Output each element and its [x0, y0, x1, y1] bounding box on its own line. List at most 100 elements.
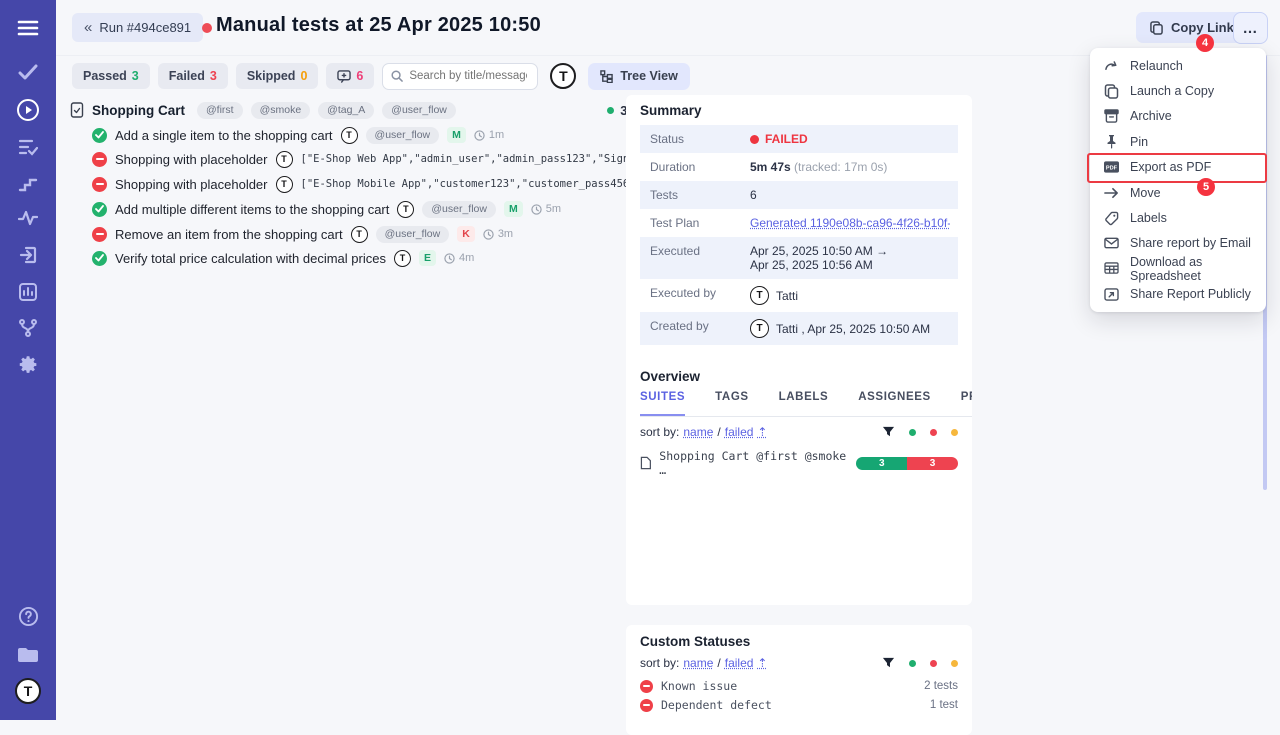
- skipped-filter-dot[interactable]: [951, 660, 958, 667]
- sign-in-icon[interactable]: [0, 245, 56, 265]
- sort-order-icon[interactable]: ⇡: [757, 425, 767, 439]
- menu-item-export-as-pdf[interactable]: PDF Export as PDF: [1090, 155, 1266, 180]
- list-check-icon[interactable]: [0, 137, 56, 157]
- file-icon: [640, 456, 651, 470]
- suite-tag[interactable]: @smoke: [251, 102, 311, 119]
- passed-check-icon: [92, 251, 107, 266]
- sort-order-icon[interactable]: ⇡: [757, 656, 767, 670]
- menu-item-launch-a-copy[interactable]: Launch a Copy: [1090, 78, 1266, 103]
- tab-priority[interactable]: PRIORITY: [961, 391, 972, 416]
- menu-item-pin[interactable]: Pin: [1090, 129, 1266, 154]
- activity-icon[interactable]: [0, 208, 56, 228]
- sort-name-link[interactable]: name: [683, 656, 713, 670]
- help-icon[interactable]: [0, 605, 56, 627]
- status-letter-badge[interactable]: M: [447, 127, 466, 143]
- sort-failed-link[interactable]: failed: [725, 656, 754, 670]
- test-row[interactable]: Shopping with placeholder T ["E-Shop Mob…: [92, 173, 692, 195]
- page-title: Manual tests at 25 Apr 2025 10:50: [216, 14, 541, 37]
- tab-suites[interactable]: SUITES: [640, 391, 685, 416]
- custom-status-row[interactable]: Dependent defect 1 test: [640, 698, 958, 712]
- app-logo-icon[interactable]: T: [550, 63, 576, 89]
- test-row[interactable]: Add multiple different items to the shop…: [92, 198, 692, 220]
- sort-failed-link[interactable]: failed: [725, 425, 754, 439]
- menu-item-archive[interactable]: Archive: [1090, 104, 1266, 129]
- test-row[interactable]: Verify total price calculation with deci…: [92, 247, 692, 269]
- custom-status-count: 2 tests: [924, 680, 958, 692]
- check-icon[interactable]: [0, 62, 56, 82]
- run-actions-menu: Relaunch Launch a Copy Archive Pin PDF E…: [1090, 48, 1266, 312]
- executed-by-value: Tatti: [776, 289, 798, 303]
- tree-view-button[interactable]: Tree View: [588, 63, 689, 90]
- suite-tag[interactable]: @tag_A: [318, 102, 374, 119]
- test-row[interactable]: Add a single item to the shopping cart T…: [92, 124, 692, 146]
- menu-item-share-report-by-email[interactable]: Share report by Email: [1090, 231, 1266, 256]
- status-letter-badge[interactable]: K: [457, 226, 475, 242]
- suite-result-bar[interactable]: 3 3: [856, 457, 958, 470]
- failed-filter-dot[interactable]: [930, 429, 937, 436]
- folder-icon[interactable]: [0, 643, 56, 665]
- copy-link-button[interactable]: Copy Link: [1136, 12, 1248, 43]
- overview-heading: Overview: [640, 369, 700, 384]
- test-plan-link[interactable]: Generated 1190e08b-ca96-4f26-b10f-d6dc..…: [750, 216, 950, 230]
- report-chart-icon[interactable]: [0, 282, 56, 302]
- gear-icon[interactable]: [0, 353, 56, 375]
- filter-passed[interactable]: Passed 3: [72, 63, 150, 89]
- avatar-logo[interactable]: T: [0, 678, 56, 704]
- failed-filter-dot[interactable]: [930, 660, 937, 667]
- screen-share-icon: [1104, 288, 1119, 301]
- filter-skipped[interactable]: Skipped 0: [236, 63, 319, 89]
- test-row[interactable]: Remove an item from the shopping cart T …: [92, 223, 692, 245]
- custom-statuses-panel: Custom Statuses sort by: name / failed ⇡…: [626, 625, 972, 735]
- test-title: Shopping with placeholder: [115, 177, 268, 192]
- test-title: Verify total price calculation with deci…: [115, 251, 386, 266]
- menu-item-label: Relaunch: [1130, 59, 1183, 73]
- test-tag[interactable]: @user_flow: [366, 127, 440, 144]
- search-input[interactable]: [409, 70, 527, 82]
- suite-tag[interactable]: @user_flow: [382, 102, 456, 119]
- test-row[interactable]: Shopping with placeholder T ["E-Shop Web…: [92, 148, 692, 170]
- menu-item-relaunch[interactable]: Relaunch: [1090, 53, 1266, 78]
- hamburger-icon[interactable]: [0, 18, 56, 38]
- passed-filter-dot[interactable]: [909, 660, 916, 667]
- branch-icon[interactable]: [0, 318, 56, 338]
- suite-header[interactable]: Shopping Cart @first @smoke @tag_A @user…: [70, 100, 680, 120]
- menu-item-move[interactable]: Move: [1090, 180, 1266, 205]
- steps-icon[interactable]: [0, 173, 56, 193]
- tab-tags[interactable]: TAGS: [715, 391, 749, 416]
- test-tag[interactable]: @user_flow: [376, 226, 450, 243]
- filter-failed[interactable]: Failed 3: [158, 63, 228, 89]
- passed-filter-dot[interactable]: [909, 429, 916, 436]
- duration-label: Duration: [640, 153, 750, 181]
- menu-item-share-report-publicly[interactable]: Share Report Publicly: [1090, 282, 1266, 307]
- back-to-run-button[interactable]: « Run #494ce891: [72, 13, 203, 42]
- sort-name-link[interactable]: name: [683, 425, 713, 439]
- copy-link-label: Copy Link: [1171, 20, 1234, 35]
- custom-status-row[interactable]: Known issue 2 tests: [640, 679, 958, 693]
- executed-end: Apr 25, 2025 10:56 AM: [750, 258, 950, 272]
- duration-note: (tracked: 17m 0s): [794, 160, 887, 174]
- test-tag[interactable]: @user_flow: [422, 201, 496, 218]
- summary-row-executed-by: Executed by TTatti: [640, 279, 958, 312]
- filter-skipped-label: Skipped: [247, 69, 296, 83]
- menu-item-labels[interactable]: Labels: [1090, 205, 1266, 230]
- status-letter-badge[interactable]: M: [504, 201, 523, 217]
- menu-item-label: Share report by Email: [1130, 236, 1251, 250]
- menu-item-download-as-spreadsheet[interactable]: Download as Spreadsheet: [1090, 256, 1266, 281]
- play-circle-icon[interactable]: [0, 98, 56, 122]
- skipped-filter-dot[interactable]: [951, 429, 958, 436]
- overview-suite-row[interactable]: Shopping Cart @first @smoke … 3 3: [640, 449, 958, 477]
- filter-funnel-icon[interactable]: [882, 426, 895, 439]
- overview-tabs: SUITES TAGS LABELS ASSIGNEES PRIORITY: [640, 391, 972, 417]
- tab-labels[interactable]: LABELS: [779, 391, 829, 416]
- suite-tag[interactable]: @first: [197, 102, 243, 119]
- more-actions-button[interactable]: …: [1233, 12, 1268, 44]
- filter-failed-label: Failed: [169, 69, 205, 83]
- tests-label: Tests: [640, 181, 750, 209]
- filter-comments[interactable]: 6: [326, 63, 374, 89]
- executed-by-label: Executed by: [640, 279, 750, 312]
- filter-funnel-icon[interactable]: [882, 657, 895, 670]
- passed-check-icon: [92, 202, 107, 217]
- custom-statuses-list: Known issue 2 tests Dependent defect 1 t…: [640, 679, 958, 712]
- tab-assignees[interactable]: ASSIGNEES: [858, 391, 931, 416]
- status-letter-badge[interactable]: E: [419, 250, 436, 266]
